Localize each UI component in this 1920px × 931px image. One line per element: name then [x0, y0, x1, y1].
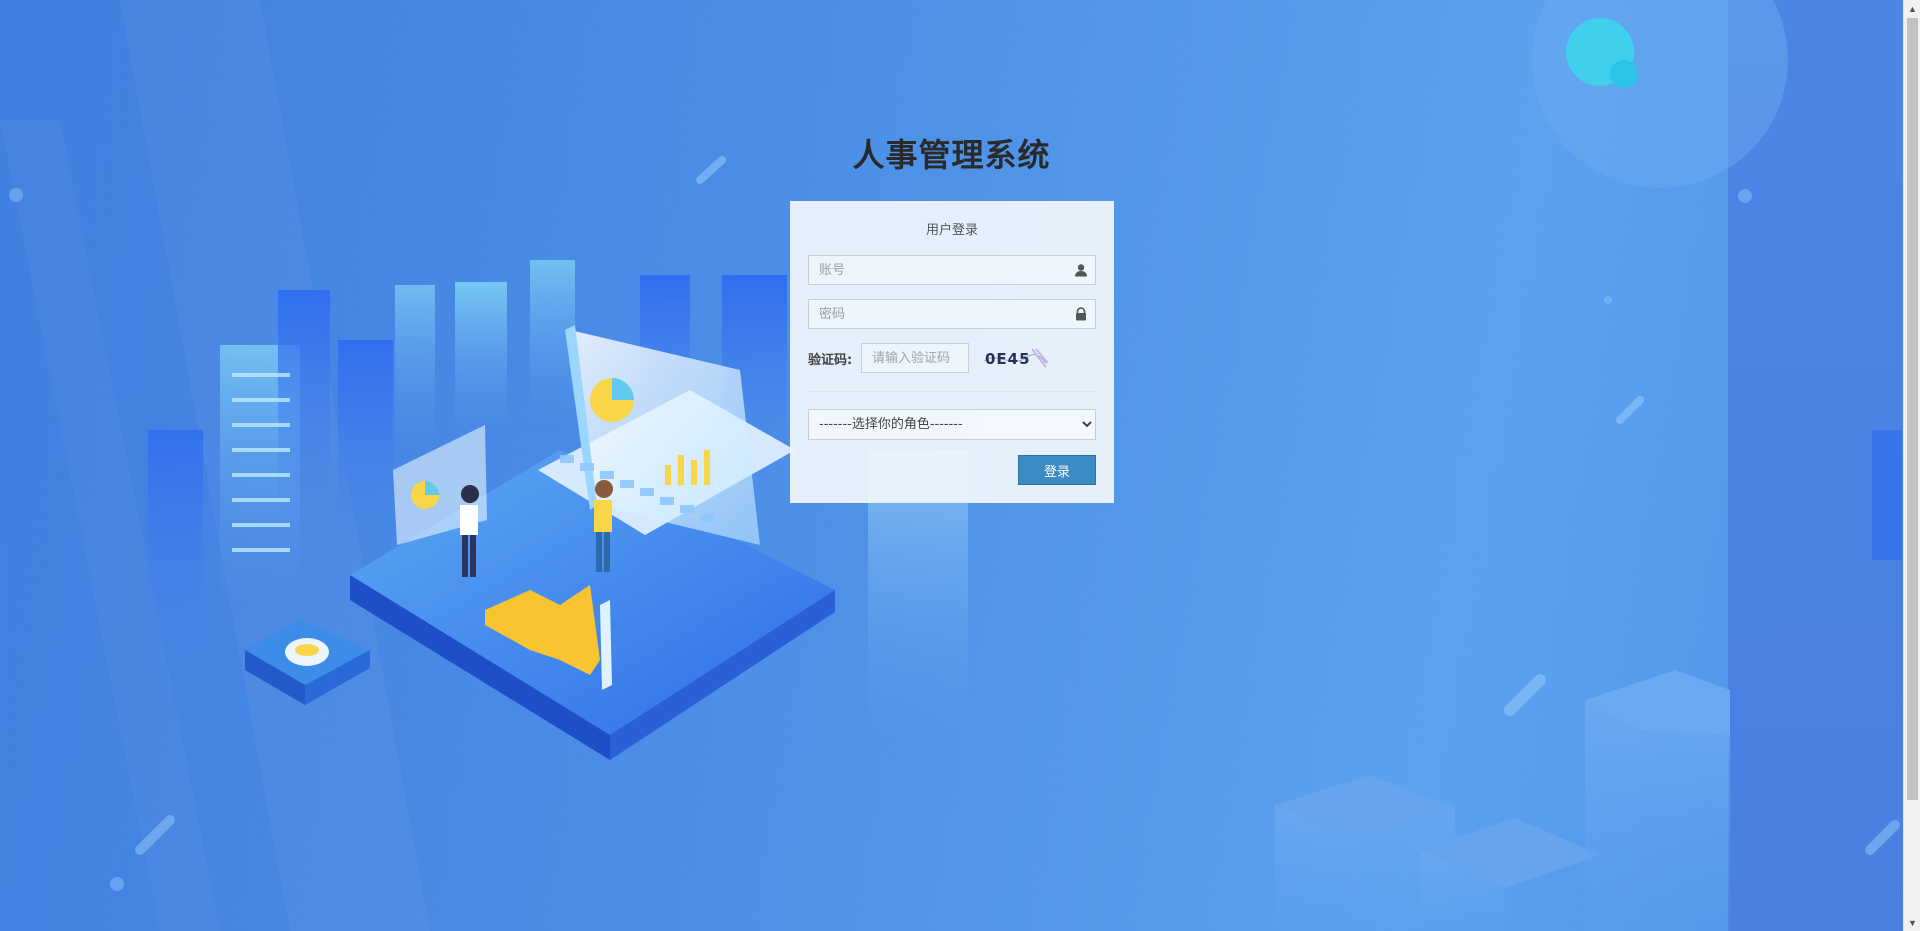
captcha-image[interactable]: 0E45 [982, 343, 1048, 373]
user-icon [1075, 264, 1087, 277]
vertical-scrollbar[interactable]: ▲ ▼ [1903, 0, 1920, 931]
captcha-text: 0E45 [985, 350, 1031, 368]
password-field[interactable] [808, 299, 1096, 329]
divider [808, 391, 1096, 392]
account-input[interactable] [809, 256, 1059, 284]
password-input[interactable] [809, 300, 1059, 328]
page-title: 人事管理系统 [852, 136, 1051, 174]
scroll-thumb[interactable] [1907, 18, 1918, 800]
captcha-label: 验证码: [808, 353, 853, 368]
captcha-field[interactable] [861, 343, 969, 373]
lock-icon [1076, 307, 1086, 321]
scroll-down-icon[interactable]: ▼ [1904, 914, 1920, 931]
login-button[interactable]: 登录 [1018, 455, 1096, 485]
login-panel-title: 用户登录 [925, 223, 978, 238]
role-select[interactable]: -------选择你的角色------- [808, 409, 1096, 440]
captcha-input[interactable] [862, 344, 968, 372]
scroll-up-icon[interactable]: ▲ [1904, 0, 1920, 17]
account-field[interactable] [808, 255, 1096, 285]
login-panel: 用户登录 验证码: 0E45 -------选择你的角色------- 登录 [790, 201, 1114, 503]
